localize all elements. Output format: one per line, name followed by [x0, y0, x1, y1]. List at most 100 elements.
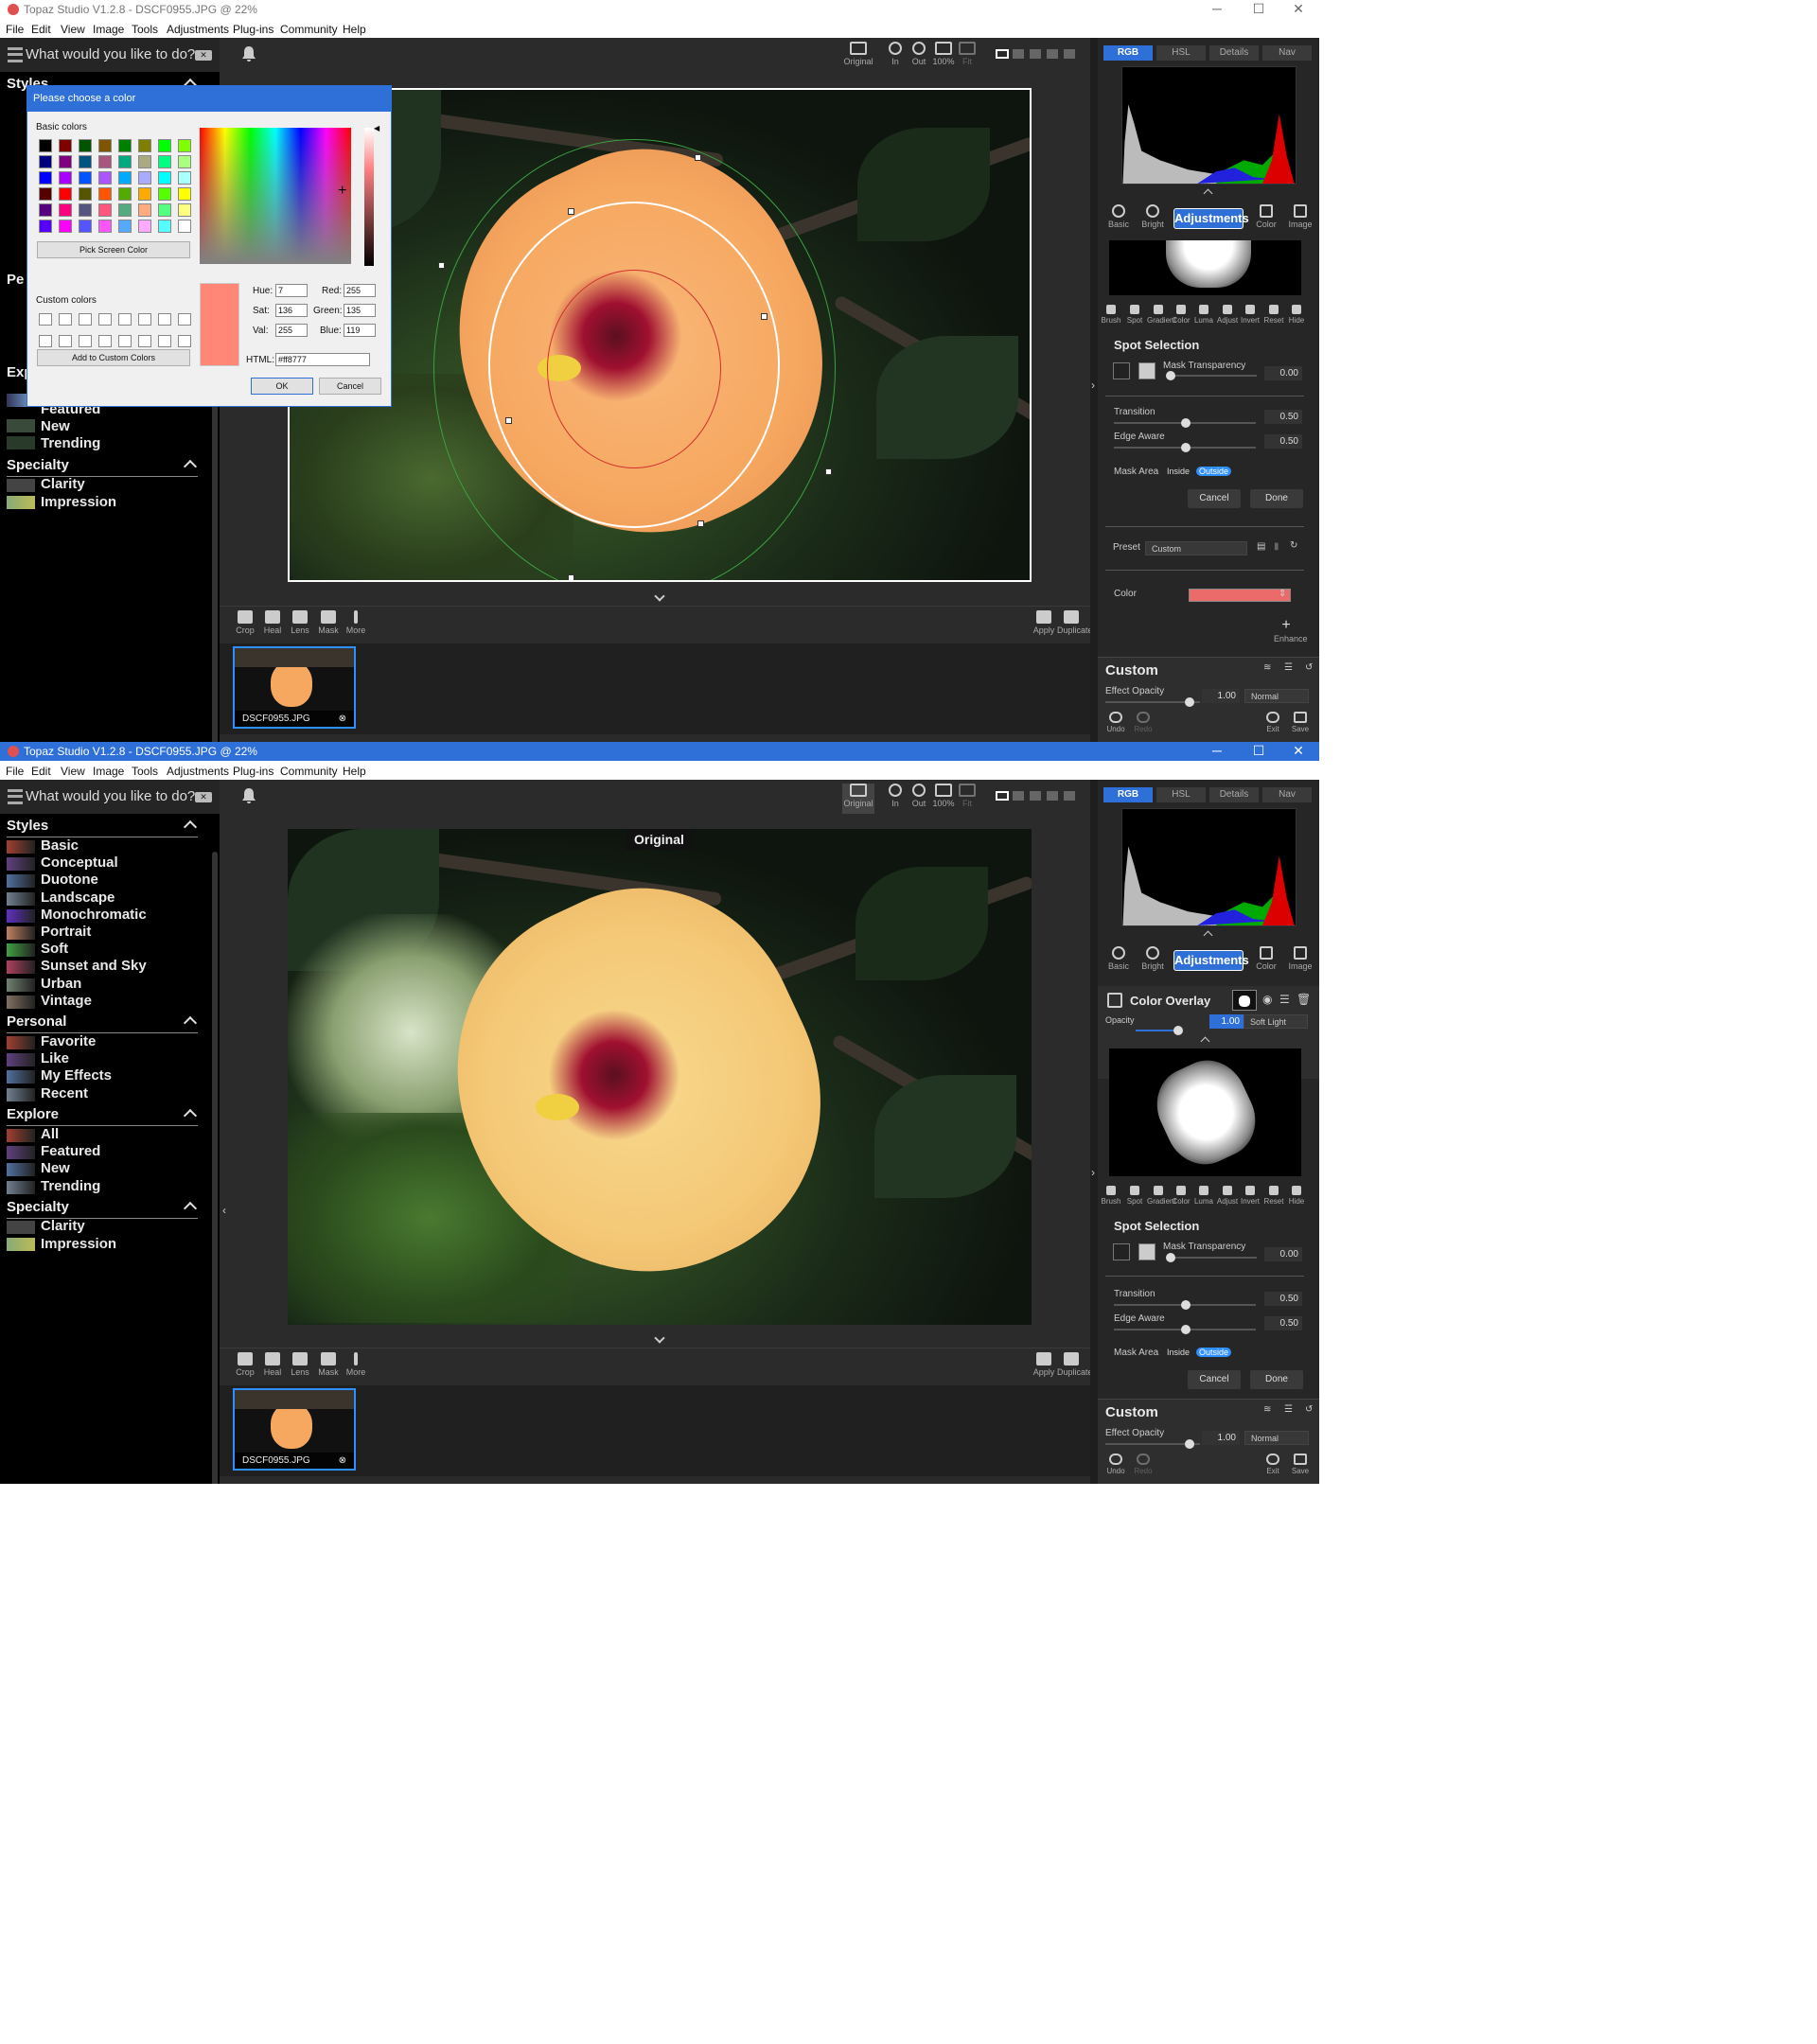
basic-color-swatch[interactable] — [79, 187, 92, 201]
mask-tool-gradient[interactable]: Gradient — [1147, 305, 1176, 325]
collapse-specialty-icon[interactable] — [183, 1201, 198, 1216]
tab-nav[interactable]: Nav — [1262, 787, 1312, 802]
menu-plugins[interactable]: Plug-ins — [233, 23, 273, 36]
menu-community[interactable]: Community — [280, 23, 338, 36]
fit-button[interactable]: Fit — [951, 784, 983, 808]
preset-select[interactable]: Custom — [1145, 541, 1247, 555]
preset-delete-icon[interactable]: ▮ — [1274, 541, 1279, 552]
mask-transparency-value[interactable]: 0.00 — [1264, 1247, 1302, 1261]
original-toggle[interactable]: Original — [842, 42, 874, 66]
custom-swatch[interactable] — [98, 313, 112, 326]
basic-color-swatch[interactable] — [178, 139, 191, 152]
sat-spinbox[interactable]: 136 — [275, 304, 308, 317]
apply-button[interactable]: Apply — [1030, 610, 1058, 635]
mask-tool-reset[interactable]: Reset — [1262, 1186, 1285, 1206]
mask-color-black[interactable] — [1113, 1243, 1130, 1260]
mask-done-button[interactable]: Done — [1250, 489, 1303, 508]
edge-aware-value[interactable]: 0.50 — [1264, 434, 1302, 449]
single-view-icon[interactable] — [996, 49, 1009, 59]
basic-color-swatch[interactable] — [138, 203, 151, 217]
effect-opacity-slider[interactable] — [1105, 1439, 1200, 1449]
mask-button[interactable]: Mask — [314, 610, 343, 635]
basic-color-swatch[interactable] — [118, 155, 132, 168]
basic-color-swatch[interactable] — [98, 203, 112, 217]
search-input[interactable]: What would you like to do? — [26, 46, 195, 62]
tab-hsl[interactable]: HSL — [1156, 45, 1206, 61]
filmstrip-thumbnail[interactable]: DSCF0955.JPG ⊗ — [233, 646, 356, 729]
styles-item[interactable]: Urban — [41, 976, 81, 992]
custom-swatch[interactable] — [158, 313, 171, 326]
specialty-header[interactable]: Specialty — [7, 457, 69, 473]
maximize-button[interactable]: ☐ — [1240, 1, 1278, 17]
mask-color-white[interactable] — [1138, 362, 1155, 379]
adj-tab-bright[interactable]: Bright — [1137, 946, 1169, 971]
opacity-value[interactable]: 1.00 — [1209, 1014, 1244, 1029]
custom-swatch[interactable] — [59, 313, 72, 326]
fit-button[interactable]: Fit — [951, 42, 983, 66]
collapse-histogram-icon[interactable] — [1203, 930, 1213, 941]
mask-cancel-button[interactable]: Cancel — [1188, 1370, 1241, 1389]
image-canvas[interactable]: Original — [288, 829, 1032, 1325]
basic-color-swatch[interactable] — [59, 220, 72, 233]
menu-image[interactable]: Image — [93, 23, 124, 36]
basic-color-swatch[interactable] — [138, 171, 151, 185]
more-button[interactable]: More — [342, 610, 370, 635]
basic-color-swatch[interactable] — [158, 203, 171, 217]
basic-color-swatch[interactable] — [138, 155, 151, 168]
explore-item-new[interactable]: New — [41, 418, 70, 434]
green-spinbox[interactable]: 135 — [344, 304, 376, 317]
transition-value[interactable]: 0.50 — [1264, 1292, 1302, 1306]
custom-swatch[interactable] — [178, 313, 191, 326]
menu-icon[interactable]: ☰ — [1284, 1404, 1293, 1415]
mask-transparency-slider[interactable] — [1166, 1253, 1257, 1262]
specialty-item-impression[interactable]: Impression — [41, 494, 116, 510]
basic-color-swatch[interactable] — [118, 220, 132, 233]
edge-aware-slider[interactable] — [1114, 443, 1256, 452]
basic-color-swatch[interactable] — [79, 139, 92, 152]
effect-opacity-value[interactable]: 1.00 — [1202, 689, 1240, 703]
basic-color-swatch[interactable] — [178, 171, 191, 185]
value-slider[interactable] — [364, 128, 374, 266]
menu-file[interactable]: File — [6, 23, 24, 36]
adj-tab-bright[interactable]: Bright — [1137, 204, 1169, 229]
mask-transparency-value[interactable]: 0.00 — [1264, 366, 1302, 380]
styles-item[interactable]: Conceptual — [41, 855, 118, 871]
collapse-styles-icon[interactable] — [183, 819, 198, 835]
save-button[interactable]: Save — [1287, 712, 1314, 733]
basic-color-swatch[interactable] — [178, 187, 191, 201]
adjustments-button[interactable]: Adjustments — [1173, 950, 1249, 971]
adj-tab-color[interactable]: Color — [1250, 204, 1282, 229]
styles-item[interactable]: Monochromatic — [41, 907, 147, 923]
adj-tab-basic[interactable]: Basic — [1103, 204, 1135, 229]
overlay-color-swatch[interactable] — [1189, 589, 1291, 602]
undo-button[interactable]: Undo — [1103, 1454, 1129, 1475]
custom-swatch[interactable] — [118, 313, 132, 326]
exit-button[interactable]: Exit — [1260, 1454, 1286, 1475]
edge-aware-value[interactable]: 0.50 — [1264, 1316, 1302, 1330]
overlay-blend-select[interactable]: Soft Light — [1244, 1014, 1308, 1029]
preset-file-icon[interactable]: ▤ — [1257, 541, 1265, 552]
right-panel-splitter[interactable]: › — [1090, 780, 1098, 1484]
basic-color-swatch[interactable] — [39, 171, 52, 185]
eye-icon[interactable]: ◉ — [1262, 993, 1272, 1006]
basic-color-swatch[interactable] — [79, 171, 92, 185]
adj-tab-image[interactable]: Image — [1284, 204, 1316, 229]
close-window-button[interactable]: ✕ — [1279, 743, 1317, 759]
remove-image-icon[interactable]: ⊗ — [339, 714, 346, 724]
exit-button[interactable]: Exit — [1260, 712, 1286, 733]
basic-color-swatch[interactable] — [178, 155, 191, 168]
menu-edit[interactable]: Edit — [31, 765, 51, 778]
mask-tool-spot[interactable]: Spot — [1123, 1186, 1146, 1206]
custom-swatch[interactable] — [118, 335, 132, 347]
remove-image-icon[interactable]: ⊗ — [339, 1455, 346, 1466]
basic-color-swatch[interactable] — [59, 187, 72, 201]
filmstrip-thumbnail[interactable]: DSCF0955.JPG ⊗ — [233, 1388, 356, 1471]
basic-color-swatch[interactable] — [39, 187, 52, 201]
custom-swatch[interactable] — [158, 335, 171, 347]
expand-left-icon[interactable]: ‹ — [222, 1204, 226, 1217]
search-input[interactable]: What would you like to do? — [26, 788, 195, 804]
transition-value[interactable]: 0.50 — [1264, 410, 1302, 424]
basic-color-swatch[interactable] — [79, 155, 92, 168]
collapse-histogram-icon[interactable] — [1203, 188, 1213, 199]
mask-area-inside[interactable]: Inside — [1167, 467, 1190, 476]
